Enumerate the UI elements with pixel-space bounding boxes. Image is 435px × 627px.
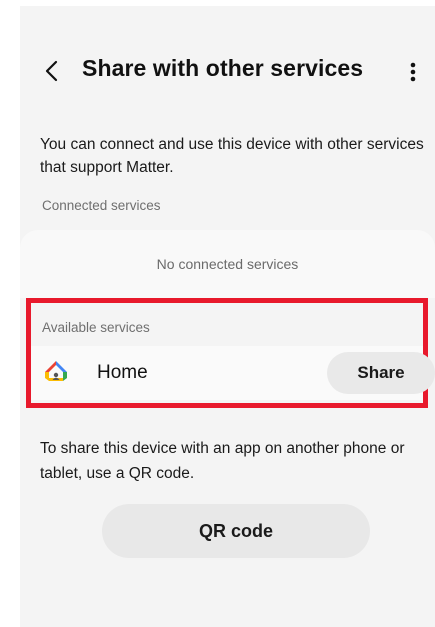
qr-description: To share this device with an app on anot… bbox=[40, 440, 405, 482]
app-header: Share with other services bbox=[20, 51, 435, 91]
no-connected-services-text: No connected services bbox=[156, 256, 299, 272]
share-button[interactable]: Share bbox=[327, 352, 435, 394]
service-row-home[interactable]: Home Share bbox=[31, 346, 435, 400]
page-title: Share with other services bbox=[82, 55, 364, 81]
back-button[interactable] bbox=[40, 53, 64, 89]
available-services-label: Available services bbox=[42, 320, 150, 335]
chevron-left-icon bbox=[45, 60, 58, 82]
connected-services-card: No connected services bbox=[20, 230, 435, 298]
available-services-highlight: Available services Home Share bbox=[26, 298, 435, 408]
google-home-icon bbox=[45, 361, 67, 381]
qr-code-button[interactable]: QR code bbox=[102, 504, 370, 558]
share-settings-screen: Share with other services You can connec… bbox=[20, 6, 435, 627]
more-options-button[interactable] bbox=[406, 55, 420, 89]
connected-services-label: Connected services bbox=[42, 198, 161, 213]
more-vertical-icon bbox=[410, 62, 416, 82]
service-name: Home bbox=[97, 362, 148, 383]
matter-description: You can connect and use this device with… bbox=[40, 136, 424, 176]
